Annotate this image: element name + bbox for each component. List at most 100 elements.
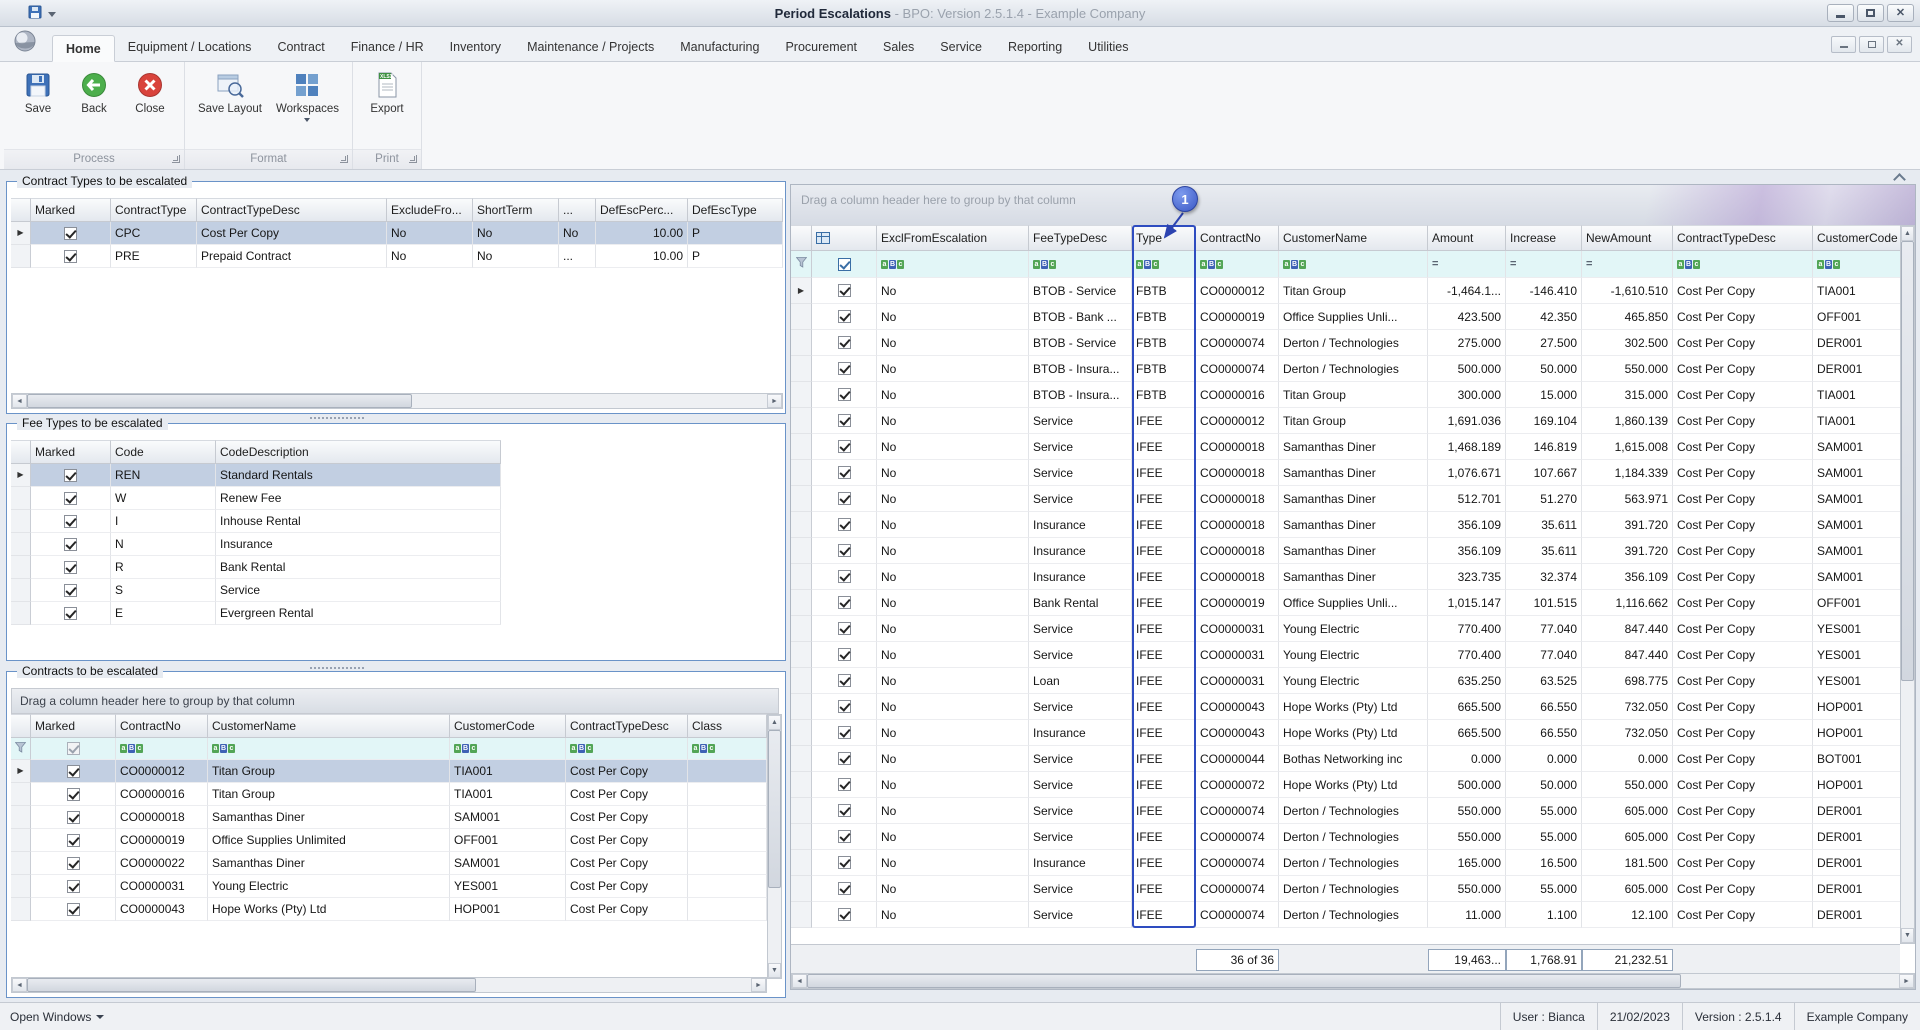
column-header-codedescription[interactable]: CodeDescription: [216, 440, 501, 464]
escalation-row[interactable]: No Insurance IFEE CO0000018 Samanthas Diner 3…: [791, 512, 1902, 538]
scroll-up-button[interactable]: ▲: [768, 715, 781, 730]
escalation-row[interactable]: No Service IFEE CO0000072 Hope Works (Pty) L…: [791, 772, 1902, 798]
escalation-row[interactable]: No BTOB - Insura... FBTB CO0000074 Derton / …: [791, 356, 1902, 382]
scroll-up-button[interactable]: ▲: [1901, 226, 1914, 241]
fee-types-row[interactable]: ▶ REN Standard Rentals: [11, 464, 501, 487]
checkbox-checked-icon[interactable]: [837, 336, 851, 349]
scrollbar-thumb[interactable]: [27, 978, 476, 992]
checkbox-checked-icon[interactable]: [66, 764, 80, 778]
filter-cell-amount[interactable]: =: [1428, 251, 1506, 278]
ribbon-button-save[interactable]: Save: [11, 67, 65, 149]
tab-home[interactable]: Home: [52, 35, 115, 62]
filter-cell-customername[interactable]: aBc: [208, 738, 450, 760]
panel-splitter[interactable]: [310, 667, 364, 669]
group-by-hint[interactable]: Drag a column header here to group by th…: [791, 185, 1915, 225]
open-windows-button[interactable]: Open Windows: [0, 1003, 114, 1030]
fee-types-row[interactable]: N Insurance: [11, 533, 501, 556]
scroll-right-button[interactable]: ►: [767, 394, 782, 408]
ribbon-button-close[interactable]: Close: [123, 67, 177, 149]
contracts-row[interactable]: CO0000031 Young Electric YES001 Cost Per Co…: [11, 875, 767, 898]
maximize-button[interactable]: [1857, 4, 1884, 22]
contract-types-row[interactable]: PRE Prepaid Contract No No... 10.00 P: [11, 245, 783, 268]
tab-inventory[interactable]: Inventory: [437, 34, 514, 61]
escalation-row[interactable]: No BTOB - Service FBTB CO0000074 Derton / Te…: [791, 330, 1902, 356]
horizontal-scrollbar[interactable]: ◄ ►: [11, 977, 767, 993]
mdi-minimize-button[interactable]: [1831, 35, 1856, 53]
contracts-row[interactable]: CO0000022 Samanthas Diner SAM001 Cost Per C…: [11, 852, 767, 875]
scroll-left-button[interactable]: ◄: [792, 974, 807, 988]
column-header-amount[interactable]: Amount: [1428, 225, 1506, 251]
checkbox-checked-icon[interactable]: [837, 544, 851, 557]
fee-types-row[interactable]: R Bank Rental: [11, 556, 501, 579]
tab-equipment-locations[interactable]: Equipment / Locations: [115, 34, 265, 61]
checkbox-checked-icon[interactable]: [64, 249, 77, 263]
scroll-left-button[interactable]: ◄: [12, 394, 27, 408]
escalation-row[interactable]: No Service IFEE CO0000031 Young Electric 770.…: [791, 642, 1902, 668]
filter-cell-contracttypedesc[interactable]: aBc: [1673, 251, 1813, 278]
tab-sales[interactable]: Sales: [870, 34, 927, 61]
vertical-scrollbar[interactable]: ▲ ▼: [767, 714, 782, 979]
checkbox-checked-icon[interactable]: [837, 284, 851, 297]
fee-types-row[interactable]: I Inhouse Rental: [11, 510, 501, 533]
checkbox-checked-icon[interactable]: [837, 648, 851, 661]
scrollbar-thumb[interactable]: [1901, 241, 1914, 681]
column-header-marked[interactable]: Marked: [31, 198, 111, 222]
column-header-contracttype[interactable]: ContractType: [111, 198, 197, 222]
scrollbar-track[interactable]: [27, 978, 751, 992]
scrollbar-track[interactable]: [27, 394, 767, 408]
checkbox-checked-icon[interactable]: [837, 310, 851, 323]
horizontal-scrollbar[interactable]: ◄ ►: [791, 973, 1915, 989]
column-header-feetypedesc[interactable]: FeeTypeDesc: [1029, 225, 1132, 251]
filter-cell-contractno[interactable]: aBc: [1196, 251, 1279, 278]
escalation-row[interactable]: No Service IFEE CO0000074 Derton / Technolog…: [791, 902, 1902, 928]
column-header-customername[interactable]: CustomerName: [1279, 225, 1428, 251]
tab-reporting[interactable]: Reporting: [995, 34, 1075, 61]
column-header-increase[interactable]: Increase: [1506, 225, 1582, 251]
checkbox-checked-icon[interactable]: [837, 908, 851, 921]
filter-cell-type[interactable]: aBc: [1132, 251, 1196, 278]
tab-finance-hr[interactable]: Finance / HR: [338, 34, 437, 61]
escalation-row[interactable]: No Insurance IFEE CO0000074 Derton / Technol…: [791, 850, 1902, 876]
checkbox-checked-icon[interactable]: [64, 491, 77, 505]
checkbox-checked-icon[interactable]: [64, 583, 77, 597]
checkbox-checked-icon[interactable]: [64, 537, 77, 551]
escalation-row[interactable]: No Service IFEE CO0000074 Derton / Technolog…: [791, 798, 1902, 824]
column-header-defescperc[interactable]: DefEscPerc...: [596, 198, 688, 222]
filter-cell-marked[interactable]: [31, 738, 116, 760]
escalation-row[interactable]: No Service IFEE CO0000031 Young Electric 770.…: [791, 616, 1902, 642]
ribbon-button-back[interactable]: Back: [67, 67, 121, 149]
checkbox-checked-icon[interactable]: [837, 726, 851, 739]
scroll-down-button[interactable]: ▼: [1901, 928, 1914, 943]
checkbox-checked-icon[interactable]: [837, 362, 851, 375]
dialog-launcher-icon[interactable]: [340, 155, 348, 163]
checkbox-checked-icon[interactable]: [837, 856, 851, 869]
escalation-row[interactable]: No Loan IFEE CO0000031 Young Electric 635.250…: [791, 668, 1902, 694]
scrollbar-track[interactable]: [807, 974, 1899, 988]
filter-cell-customercode[interactable]: aBc: [1813, 251, 1902, 278]
close-button[interactable]: ✕: [1887, 4, 1914, 22]
scrollbar-thumb[interactable]: [768, 730, 781, 889]
checkbox-checked-icon[interactable]: [837, 388, 851, 401]
ribbon-button-workspaces[interactable]: Workspaces: [270, 67, 345, 149]
filter-cell-feetypedesc[interactable]: aBc: [1029, 251, 1132, 278]
filter-cell-marked[interactable]: [812, 251, 877, 278]
checkbox-checked-icon[interactable]: [66, 810, 80, 824]
column-header-customercode[interactable]: CustomerCode: [450, 714, 566, 738]
checkbox-checked-icon[interactable]: [66, 902, 80, 916]
fee-types-row[interactable]: E Evergreen Rental: [11, 602, 501, 625]
filter-cell-customercode[interactable]: aBc: [450, 738, 566, 760]
scrollbar-thumb[interactable]: [807, 974, 1681, 988]
column-header-marked[interactable]: [812, 225, 877, 251]
tab-contract[interactable]: Contract: [264, 34, 337, 61]
filter-cell-contractno[interactable]: aBc: [116, 738, 208, 760]
checkbox-checked-icon[interactable]: [64, 514, 77, 528]
column-header-exclfromescalation[interactable]: ExclFromEscalation: [877, 225, 1029, 251]
tab-procurement[interactable]: Procurement: [772, 34, 870, 61]
escalation-row[interactable]: No Service IFEE CO0000043 Hope Works (Pty) L…: [791, 694, 1902, 720]
checkbox-checked-icon[interactable]: [837, 518, 851, 531]
collapse-ribbon-chevron-icon[interactable]: [1894, 172, 1904, 182]
escalation-row[interactable]: No Insurance IFEE CO0000018 Samanthas Diner 3…: [791, 538, 1902, 564]
column-header-code[interactable]: Code: [111, 440, 216, 464]
ribbon-button-save-layout[interactable]: Save Layout: [192, 67, 268, 149]
mdi-close-button[interactable]: ✕: [1887, 35, 1912, 53]
